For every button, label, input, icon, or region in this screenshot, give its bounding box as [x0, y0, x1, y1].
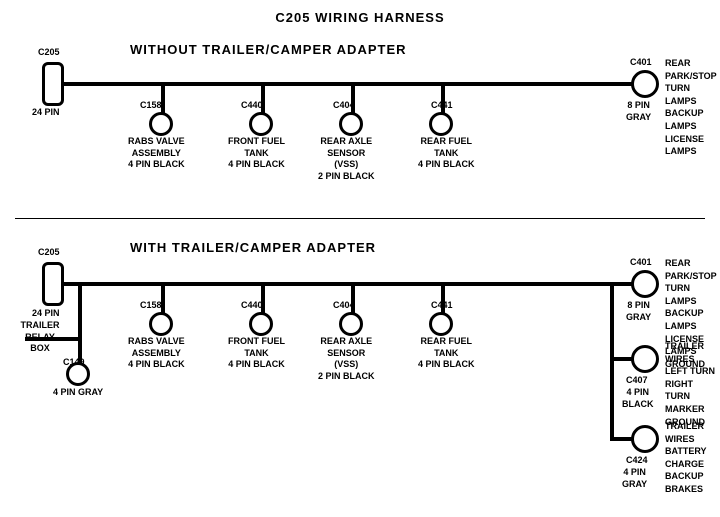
c404-top-label: C404 — [333, 100, 355, 112]
c158-top-connector — [149, 112, 173, 136]
c440-bot-label: C440 — [241, 300, 263, 312]
diagram-container: C205 WIRING HARNESS WITHOUT TRAILER/CAMP… — [0, 0, 720, 510]
c440-top-sub: FRONT FUELTANK4 PIN BLACK — [228, 136, 285, 171]
c401-top-connector — [631, 70, 659, 98]
c205-bot-pin: 24 PIN — [32, 308, 60, 320]
wire-bot-main — [60, 282, 650, 286]
c441-top-label: C441 — [431, 100, 453, 112]
c424-pin: 4 PINGRAY — [622, 467, 647, 490]
c401-bot-pin: 8 PINGRAY — [626, 300, 651, 323]
c407-right: TRAILER WIRESLEFT TURNRIGHT TURNMARKERGR… — [665, 340, 720, 428]
c205-top-pin: 24 PIN — [32, 107, 60, 119]
c149-label: C149 — [63, 357, 85, 369]
c440-top-connector — [249, 112, 273, 136]
c441-top-sub: REAR FUELTANK4 PIN BLACK — [418, 136, 475, 171]
c440-top-label: C440 — [241, 100, 263, 112]
c205-top-connector — [42, 62, 64, 106]
c440-bot-connector — [249, 312, 273, 336]
c205-top-label: C205 — [38, 47, 60, 59]
c441-bot-connector — [429, 312, 453, 336]
c401-top-pin: 8 PINGRAY — [626, 100, 651, 123]
page-title: C205 WIRING HARNESS — [0, 4, 720, 25]
section2-label: WITH TRAILER/CAMPER ADAPTER — [130, 240, 376, 255]
wire-branch-v2 — [610, 357, 614, 437]
c404-top-connector — [339, 112, 363, 136]
c440-bot-sub: FRONT FUELTANK4 PIN BLACK — [228, 336, 285, 371]
wire-relay-v — [78, 283, 82, 338]
c158-top-label: C158 — [140, 100, 162, 112]
c205-bot-label: C205 — [38, 247, 60, 259]
c158-bot-sub: RABS VALVEASSEMBLY4 PIN BLACK — [128, 336, 185, 371]
c424-right: TRAILER WIRESBATTERY CHARGEBACKUPBRAKES — [665, 420, 720, 496]
c404-bot-sub: REAR AXLESENSOR(VSS)2 PIN BLACK — [318, 336, 375, 383]
c205-bot-connector — [42, 262, 64, 306]
c404-top-sub: REAR AXLESENSOR(VSS)2 PIN BLACK — [318, 136, 375, 183]
c158-bot-label: C158 — [140, 300, 162, 312]
trailer-relay-label: TRAILERRELAYBOX — [10, 320, 70, 355]
wire-c158-top — [161, 83, 165, 113]
wire-branch-v1 — [610, 283, 614, 358]
wire-top-main — [60, 82, 650, 86]
c404-bot-label: C404 — [333, 300, 355, 312]
wire-c158-bot — [161, 283, 165, 313]
c158-bot-connector — [149, 312, 173, 336]
c407-label: C407 — [626, 375, 648, 387]
c404-bot-connector — [339, 312, 363, 336]
divider-line — [15, 218, 705, 219]
c407-pin: 4 PINBLACK — [622, 387, 654, 410]
c158-top-sub: RABS VALVEASSEMBLY4 PIN BLACK — [128, 136, 185, 171]
c441-top-connector — [429, 112, 453, 136]
c424-connector — [631, 425, 659, 453]
c401-bot-connector — [631, 270, 659, 298]
c441-bot-sub: REAR FUELTANK4 PIN BLACK — [418, 336, 475, 371]
c441-bot-label: C441 — [431, 300, 453, 312]
section1-label: WITHOUT TRAILER/CAMPER ADAPTER — [130, 42, 407, 57]
c407-connector — [631, 345, 659, 373]
c401-bot-label: C401 — [630, 257, 652, 269]
c424-label: C424 — [626, 455, 648, 467]
c149-sub: 4 PIN GRAY — [53, 387, 103, 399]
c401-top-right: REAR PARK/STOPTURN LAMPSBACKUP LAMPSLICE… — [665, 57, 720, 158]
c401-top-label: C401 — [630, 57, 652, 69]
